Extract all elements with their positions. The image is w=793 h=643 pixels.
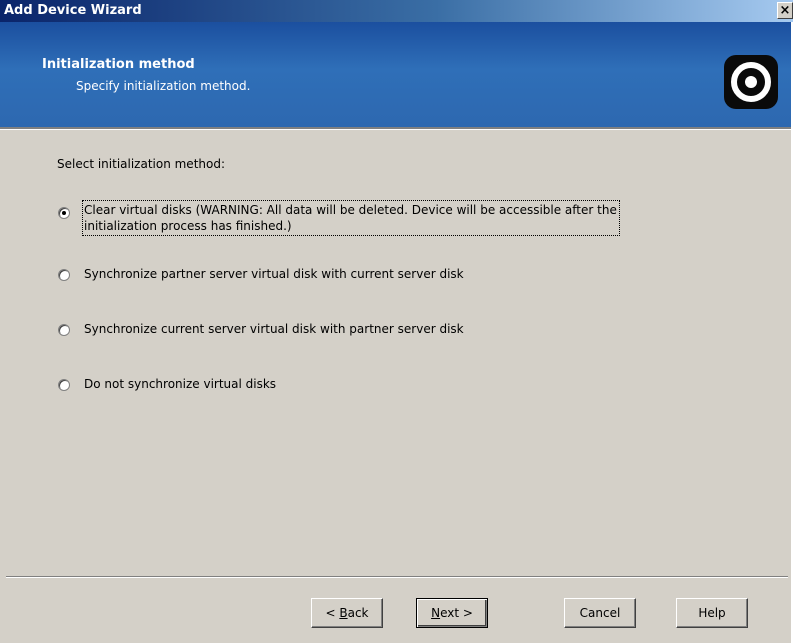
header-divider bbox=[0, 127, 793, 130]
wizard-header: Initialization method Specify initializa… bbox=[0, 22, 793, 127]
radio-sync-partner-with-current[interactable] bbox=[58, 269, 70, 281]
option-label[interactable]: Synchronize partner server virtual disk … bbox=[84, 266, 464, 282]
next-mnemonic: N bbox=[431, 606, 441, 620]
back-rest: ack bbox=[347, 606, 369, 620]
option-label[interactable]: Clear virtual disks (WARNING: All data w… bbox=[82, 200, 620, 236]
title-bar[interactable]: Add Device Wizard × bbox=[0, 0, 793, 22]
next-button[interactable]: Next > bbox=[416, 598, 488, 628]
option-label-line2: initialization process has finished.) bbox=[84, 219, 292, 233]
radio-clear-virtual-disks[interactable] bbox=[58, 207, 70, 219]
page-subtitle: Specify initialization method. bbox=[76, 79, 251, 93]
page-title: Initialization method bbox=[42, 57, 195, 72]
option-label[interactable]: Do not synchronize virtual disks bbox=[84, 376, 276, 392]
help-button[interactable]: Help bbox=[676, 598, 748, 628]
back-mnemonic: B bbox=[339, 606, 348, 620]
add-device-wizard-window: Add Device Wizard × Initialization metho… bbox=[0, 0, 793, 643]
radio-sync-current-with-partner[interactable] bbox=[58, 324, 70, 336]
radio-selected-dot bbox=[62, 211, 66, 215]
back-button[interactable]: < Back bbox=[311, 598, 383, 628]
footer-divider bbox=[6, 576, 788, 578]
close-button[interactable]: × bbox=[777, 2, 793, 19]
option-label[interactable]: Synchronize current server virtual disk … bbox=[84, 321, 464, 337]
radio-do-not-sync[interactable] bbox=[58, 379, 70, 391]
cancel-button[interactable]: Cancel bbox=[564, 598, 636, 628]
next-rest: ext > bbox=[440, 606, 473, 620]
init-method-prompt: Select initialization method: bbox=[57, 157, 226, 171]
starwind-logo-icon bbox=[724, 55, 778, 109]
close-icon: × bbox=[779, 3, 791, 18]
option-label-line1: Clear virtual disks (WARNING: All data w… bbox=[84, 203, 617, 217]
back-prefix: < bbox=[325, 606, 340, 620]
window-title: Add Device Wizard bbox=[4, 3, 142, 18]
